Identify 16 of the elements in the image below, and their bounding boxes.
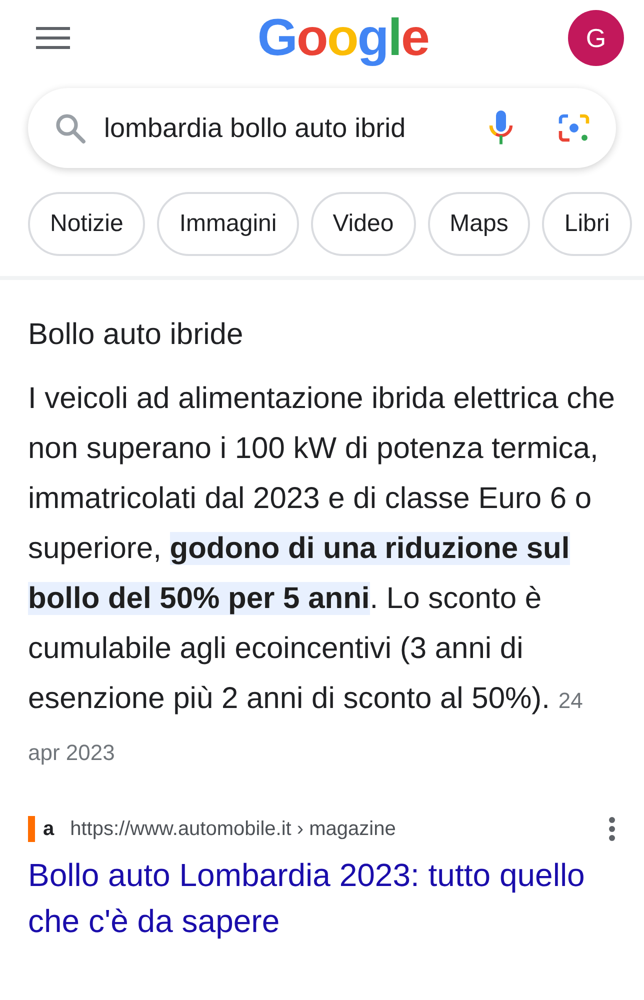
filter-chip[interactable]: Immagini: [157, 192, 299, 256]
filter-chip[interactable]: Maps: [428, 192, 530, 256]
search-query: lombardia bollo auto ibrid: [104, 112, 407, 145]
filter-chip[interactable]: Notizie: [28, 192, 146, 256]
site-favicon: a: [28, 816, 54, 842]
menu-icon[interactable]: [36, 27, 70, 49]
google-logo: Google: [257, 12, 429, 64]
filter-chip[interactable]: Libri: [542, 192, 632, 256]
more-options-icon[interactable]: [608, 816, 616, 842]
result-title-link[interactable]: Bollo auto Lombardia 2023: tutto quello che c'è da sapere: [28, 852, 616, 944]
snippet-title: Bollo auto ibride: [28, 317, 244, 353]
filter-chip[interactable]: Video: [310, 192, 416, 256]
result-url: https://www.automobile.it › magazine: [70, 817, 397, 842]
search-field[interactable]: lombardia bollo auto ibrid: [28, 88, 616, 168]
account-avatar[interactable]: G: [568, 10, 624, 66]
snippet-text: I veicoli ad alimentazione ibrida elettrica che non superano i 100 kW di potenza termica, immatricolati dal 2023 e di classe Euro 6 o superiore, godono di una riduzione sul bollo del 50% per 5 anni. Lo sconto è cumulabile agli ecoincentivi (3 anni di esenzione più 2 anni di sconto al 50%). 24 apr 2023: [28, 381, 616, 767]
